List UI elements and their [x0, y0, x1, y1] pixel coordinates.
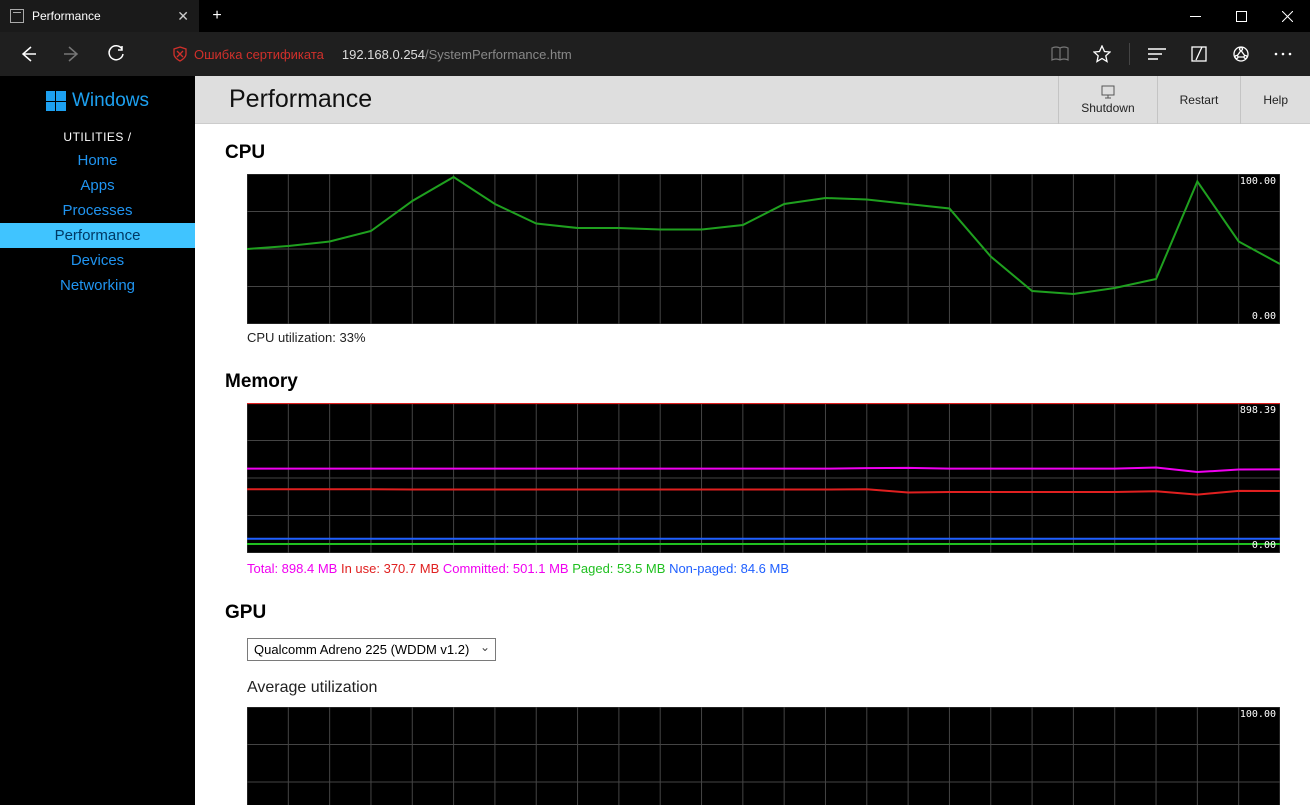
- gpu-heading: GPU: [225, 602, 1280, 624]
- cpu-caption: CPU utilization: 33%: [247, 330, 1280, 345]
- windows-icon: [46, 91, 66, 111]
- memory-ymax: 898.39: [1240, 405, 1276, 416]
- sidebar-item-performance[interactable]: Performance: [0, 223, 195, 248]
- window-minimize-button[interactable]: [1172, 0, 1218, 32]
- page-title: Performance: [229, 85, 372, 114]
- brand-text: Windows: [72, 90, 149, 112]
- gpu-chart: 100.00: [247, 707, 1280, 805]
- memory-section: Memory 898.39 0.00 Total: 898.4 MB In us…: [195, 353, 1310, 584]
- gpu-subheading: Average utilization: [247, 679, 1280, 697]
- sidebar-section-heading: UTILITIES /: [0, 130, 195, 144]
- shutdown-label: Shutdown: [1081, 101, 1134, 115]
- tab-title: Performance: [32, 9, 101, 23]
- page-icon: [10, 9, 24, 23]
- sidebar-item-processes[interactable]: Processes: [0, 198, 195, 223]
- shield-icon: [172, 46, 188, 62]
- address-bar[interactable]: 192.168.0.254/SystemPerformance.htm: [342, 47, 572, 62]
- browser-tab[interactable]: Performance ✕: [0, 0, 200, 32]
- back-button[interactable]: [8, 34, 48, 74]
- restart-button[interactable]: Restart: [1157, 76, 1241, 124]
- gpu-select[interactable]: Qualcomm Adreno 225 (WDDM v1.2): [247, 638, 496, 661]
- memory-legend: Total: 898.4 MB In use: 370.7 MB Committ…: [247, 561, 1280, 576]
- share-icon[interactable]: [1222, 35, 1260, 73]
- memory-chart: 898.39 0.00: [247, 403, 1280, 553]
- cert-error-text: Ошибка сертификата: [194, 47, 324, 62]
- url-path: /SystemPerformance.htm: [425, 47, 572, 62]
- more-icon[interactable]: [1264, 35, 1302, 73]
- window-maximize-button[interactable]: [1218, 0, 1264, 32]
- gpu-section: GPU Qualcomm Adreno 225 (WDDM v1.2) Aver…: [195, 584, 1310, 805]
- window-close-button[interactable]: [1264, 0, 1310, 32]
- forward-button[interactable]: [52, 34, 92, 74]
- browser-toolbar: Ошибка сертификата 192.168.0.254/SystemP…: [0, 32, 1310, 76]
- close-tab-icon[interactable]: ✕: [177, 8, 189, 25]
- cpu-heading: CPU: [225, 142, 1280, 164]
- gpu-ymax: 100.00: [1240, 709, 1276, 720]
- help-label: Help: [1263, 93, 1288, 107]
- new-tab-button[interactable]: +: [200, 0, 234, 32]
- cpu-ymin: 0.00: [1252, 311, 1276, 322]
- favorite-icon[interactable]: [1083, 35, 1121, 73]
- memory-heading: Memory: [225, 371, 1280, 393]
- certificate-error[interactable]: Ошибка сертификата: [172, 46, 324, 62]
- memory-ymin: 0.00: [1252, 540, 1276, 551]
- url-host: 192.168.0.254: [342, 47, 425, 62]
- cpu-chart: 100.00 0.00: [247, 174, 1280, 324]
- shutdown-button[interactable]: Shutdown: [1058, 76, 1156, 124]
- cpu-section: CPU 100.00 0.00 CPU utilization: 33%: [195, 124, 1310, 353]
- hub-icon[interactable]: [1138, 35, 1176, 73]
- sidebar-item-apps[interactable]: Apps: [0, 173, 195, 198]
- content-area[interactable]: Performance Shutdown Restart Help CPU 10…: [195, 76, 1310, 805]
- webnote-icon[interactable]: [1180, 35, 1218, 73]
- windows-logo: Windows: [0, 90, 195, 112]
- sidebar-item-devices[interactable]: Devices: [0, 248, 195, 273]
- browser-titlebar: Performance ✕ +: [0, 0, 1310, 32]
- reading-view-icon[interactable]: [1041, 35, 1079, 73]
- help-button[interactable]: Help: [1240, 76, 1310, 124]
- sidebar-item-networking[interactable]: Networking: [0, 273, 195, 298]
- restart-label: Restart: [1180, 93, 1219, 107]
- refresh-button[interactable]: [96, 34, 136, 74]
- sidebar-item-home[interactable]: Home: [0, 148, 195, 173]
- power-icon: [1100, 85, 1116, 99]
- page-header: Performance Shutdown Restart Help: [195, 76, 1310, 124]
- sidebar: Windows UTILITIES / Home Apps Processes …: [0, 76, 195, 805]
- cpu-ymax: 100.00: [1240, 176, 1276, 187]
